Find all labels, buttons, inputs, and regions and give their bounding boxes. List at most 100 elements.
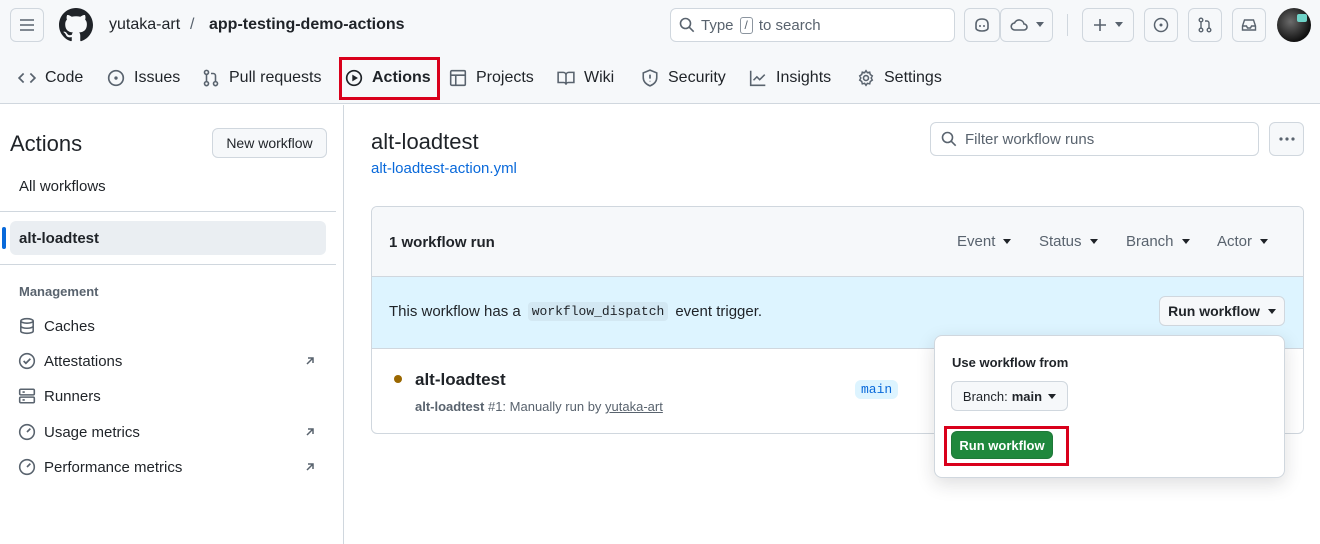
chevron-down-icon [1048,393,1057,399]
issues-button[interactable] [1144,8,1178,42]
arrow-up-right-icon [304,461,316,473]
branch-select-label: Branch: [962,388,1008,404]
user-avatar[interactable] [1277,8,1311,42]
search-icon [941,131,957,147]
copilot-icon [973,16,991,34]
tab-actions-label: Actions [372,69,431,86]
run-workflow-dropdown-label: Run workflow [1168,303,1260,319]
runners-label: Runners [44,387,101,405]
tab-insights-label: Insights [776,69,832,86]
filter-event-label: Event [957,233,996,250]
copilot-button[interactable] [964,8,1000,42]
dispatch-text: This workflow has a workflow_dispatch ev… [389,302,762,321]
run-status-dot [394,375,402,383]
plus-icon [1093,18,1107,32]
filter-branch-label: Branch [1126,233,1174,250]
git-pull-request-icon [1197,17,1213,33]
sidebar-item-caches[interactable]: Caches [18,311,318,341]
tab-code[interactable]: Code [18,62,83,94]
tab-actions-underline [345,98,427,100]
workflow-title: alt-loadtest [371,129,479,154]
attestations-label: Attestations [44,352,123,370]
chevron-down-icon [1115,22,1123,28]
inbox-icon [1241,17,1257,33]
chevron-down-icon [1003,239,1012,244]
selected-workflow-label: alt-loadtest [19,229,100,247]
tab-settings[interactable]: Settings [857,62,942,94]
repo-name-link[interactable]: app-testing-demo-actions [209,16,405,34]
dispatch-suffix: event trigger. [675,303,763,320]
workflow-file-link[interactable]: alt-loadtest-action.yml [371,160,517,177]
run-workflow-submit-button[interactable]: Run workflow [951,431,1053,459]
tab-code-label: Code [45,69,84,86]
tab-settings-label: Settings [884,69,942,86]
sidebar-item-runners[interactable]: Runners [18,381,318,411]
tab-issues-label: Issues [134,69,181,86]
all-workflows-label: All workflows [19,177,106,195]
tab-pull-requests[interactable]: Pull requests [202,62,322,94]
filter-status[interactable]: Status [1039,233,1098,250]
tab-security[interactable]: Security [641,62,726,94]
graph-icon [749,69,767,87]
branch-label[interactable]: main [855,380,899,399]
pull-requests-button[interactable] [1188,8,1222,42]
codespaces-dropdown-button[interactable] [1000,8,1053,42]
tab-wiki[interactable]: Wiki [557,62,614,94]
issue-opened-icon [1153,17,1169,33]
branch-select-value: main [1011,388,1043,404]
repo-header: yutaka-art / app-testing-demo-actions Ty… [0,0,1320,104]
filter-runs-input[interactable]: Filter workflow runs [930,122,1259,156]
new-workflow-label: New workflow [226,135,313,151]
hamburger-icon [19,17,35,33]
repo-owner-link[interactable]: yutaka-art [109,16,180,34]
git-pull-request-icon [202,69,220,87]
branch-select-button[interactable]: Branch: main [951,381,1068,411]
filter-branch[interactable]: Branch [1126,233,1190,250]
new-workflow-button[interactable]: New workflow [212,128,327,158]
runs-count: 1 workflow run [389,234,495,251]
filter-event[interactable]: Event [957,233,1012,250]
more-options-button[interactable] [1269,122,1304,156]
sidebar-item-alt-loadtest[interactable]: alt-loadtest [10,221,326,255]
sidebar-title: Actions [10,131,83,156]
search-shortcut-key: / [739,16,753,34]
verified-icon [18,352,36,370]
sidebar-item-all-workflows[interactable]: All workflows [10,169,326,203]
github-logo-icon[interactable] [59,8,93,42]
sidebar-item-performance-metrics[interactable]: Performance metrics [18,452,318,482]
sidebar-item-attestations[interactable]: Attestations [18,346,318,376]
inbox-button[interactable] [1232,8,1266,42]
issue-opened-icon [107,69,125,87]
chevron-down-icon [1035,22,1044,28]
run-workflow-submit-label: Run workflow [959,437,1045,453]
tab-actions[interactable]: Actions [345,62,431,94]
search-input[interactable]: Type / to search [670,8,955,42]
tab-projects-label: Projects [476,69,534,86]
run-name-link[interactable]: alt-loadtest [415,370,506,390]
breadcrumb-separator: / [190,16,195,33]
tab-insights[interactable]: Insights [749,62,831,94]
meter-icon [18,423,36,441]
management-heading: Management [19,284,99,299]
tab-wiki-label: Wiki [584,69,615,86]
filter-actor[interactable]: Actor [1217,233,1269,250]
performance-metrics-label: Performance metrics [44,458,183,476]
create-new-dropdown-button[interactable] [1082,8,1134,42]
table-icon [449,69,467,87]
run-meta-user[interactable]: yutaka-art [605,399,663,414]
chevron-down-icon [1181,239,1190,244]
arrow-up-right-icon [304,426,316,438]
menu-button[interactable] [10,8,44,42]
run-meta: alt-loadtest #1: Manually run by yutaka-… [415,399,663,414]
code-icon [18,69,36,87]
server-icon [18,387,36,405]
run-meta-number: #1: Manually run by [487,399,602,414]
run-workflow-dropdown-button[interactable]: Run workflow [1159,296,1285,326]
book-icon [557,69,575,87]
tab-projects[interactable]: Projects [449,62,534,94]
kebab-horizontal-icon [1278,137,1295,141]
tab-issues[interactable]: Issues [107,62,180,94]
sidebar-item-usage-metrics[interactable]: Usage metrics [18,417,318,447]
gear-icon [857,69,875,87]
filter-status-label: Status [1039,233,1082,250]
